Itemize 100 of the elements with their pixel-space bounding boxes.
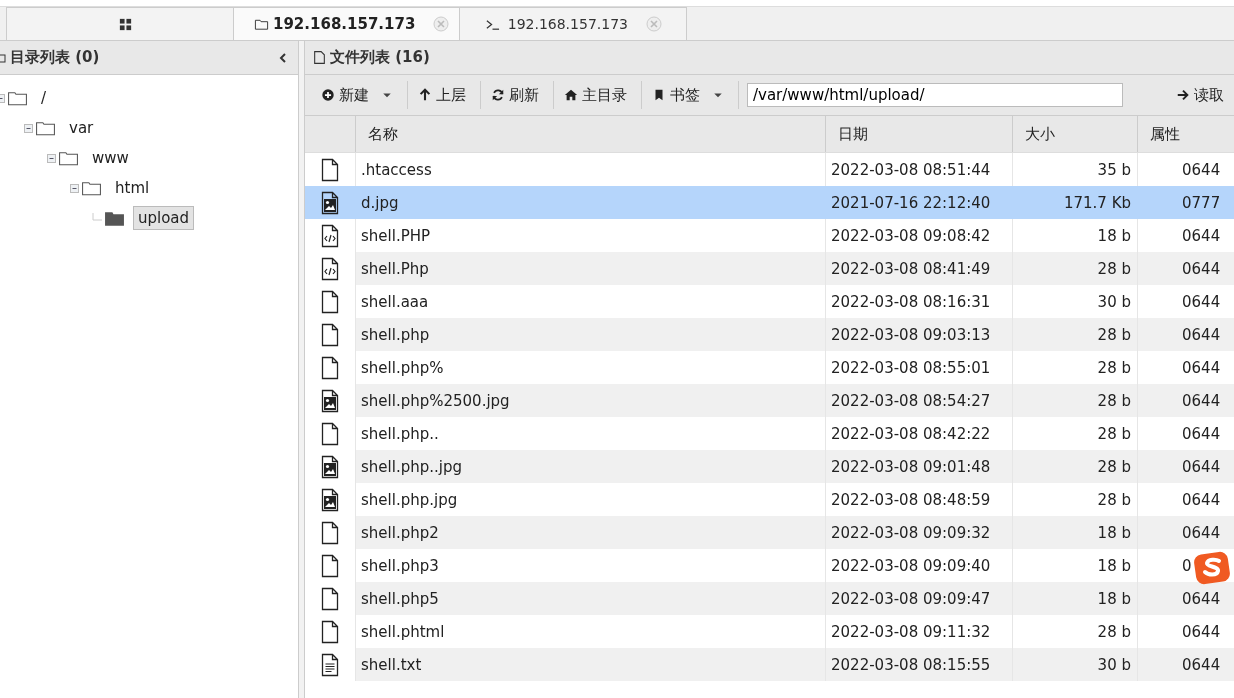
table-cell: 18 b — [1097, 556, 1131, 575]
table-cell: 2022-03-08 08:15:55 — [831, 655, 991, 674]
table-cell: 0644 — [1182, 325, 1221, 344]
table-cell: 0644 — [1182, 259, 1221, 278]
table-cell: 0644 — [1182, 424, 1221, 443]
file-icon — [319, 289, 341, 314]
table-cell: 0644 — [1182, 160, 1221, 179]
tree-item[interactable]: html — [110, 176, 155, 200]
file-icon — [319, 355, 341, 380]
table-cell: 30 b — [1097, 655, 1131, 674]
toolbar-button[interactable]: 新建 — [311, 81, 408, 109]
image-file-icon — [319, 487, 341, 512]
plus-icon — [321, 88, 335, 102]
toolbar-button[interactable]: 主目录 — [554, 81, 642, 109]
table-cell: 2022-03-08 08:54:27 — [831, 391, 991, 410]
collapse-icon[interactable] — [278, 51, 288, 64]
table-cell: shell.phtml — [361, 622, 445, 641]
table-cell: shell.php.jpg — [361, 490, 458, 509]
close-icon[interactable] — [645, 16, 662, 32]
refresh-icon — [491, 88, 505, 102]
code-file-icon — [319, 256, 341, 281]
table-cell: shell.aaa — [361, 292, 429, 311]
table-cell: 28 b — [1097, 457, 1131, 476]
table-cell: 0777 — [1182, 193, 1221, 212]
table-cell: 0644 — [1182, 457, 1221, 476]
column-header[interactable]: 名称 — [355, 116, 825, 152]
table-cell: 28 b — [1097, 391, 1131, 410]
image-file-icon — [319, 190, 341, 215]
table-cell: shell.php5 — [361, 589, 439, 608]
tab[interactable]: 192.168.157.173 — [233, 7, 461, 40]
table-cell: shell.php..jpg — [361, 457, 462, 476]
table-cell: shell.PHP — [361, 226, 431, 245]
table-cell: shell.Php — [361, 259, 429, 278]
file-icon — [319, 157, 341, 182]
read-button[interactable]: 读取 — [1166, 81, 1234, 109]
table-cell: 2022-03-08 09:09:32 — [831, 523, 991, 542]
table-cell: 0644 — [1182, 292, 1221, 311]
table-cell: 2022-03-08 09:08:42 — [831, 226, 991, 245]
file-icon — [319, 322, 341, 347]
table-cell: 2022-03-08 08:48:59 — [831, 490, 991, 509]
folder-icon — [104, 209, 125, 227]
table-cell: 28 b — [1097, 622, 1131, 641]
table-cell: 2021-07-16 22:12:40 — [831, 193, 991, 212]
column-header[interactable]: 大小 — [1012, 116, 1137, 152]
folder-icon — [35, 119, 56, 137]
table-cell: 18 b — [1097, 523, 1131, 542]
file-icon — [319, 586, 341, 611]
table-cell: 0 — [1182, 556, 1192, 575]
tab[interactable]: 192.168.157.173 — [459, 7, 688, 40]
file-icon — [319, 553, 341, 578]
input-method-logo[interactable] — [1192, 551, 1232, 585]
table-cell: 171.7 Kb — [1063, 193, 1131, 212]
table-cell: 0644 — [1182, 523, 1221, 542]
close-icon[interactable] — [433, 16, 450, 32]
table-cell: 2022-03-08 09:11:32 — [831, 622, 991, 641]
file-icon — [313, 50, 326, 65]
path-field[interactable]: /var/www/html/upload/ — [747, 83, 1123, 107]
table-cell: shell.php.. — [361, 424, 439, 443]
table-cell: 2022-03-08 09:01:48 — [831, 457, 991, 476]
table-cell: 0644 — [1182, 490, 1221, 509]
table-cell: 0644 — [1182, 589, 1221, 608]
right-arrow-icon — [1176, 88, 1190, 102]
table-cell: 2022-03-08 09:09:40 — [831, 556, 991, 575]
file-icon — [319, 619, 341, 644]
table-cell: 2022-03-08 09:09:47 — [831, 589, 991, 608]
tree-item[interactable]: / — [36, 86, 52, 110]
folder-icon — [7, 89, 28, 107]
tree-item[interactable]: upload — [133, 206, 195, 230]
table-cell: 0644 — [1182, 622, 1221, 641]
toolbar-button[interactable]: 书签 — [642, 81, 739, 109]
table-cell: 2022-03-08 08:16:31 — [831, 292, 991, 311]
table-cell: 2022-03-08 08:42:22 — [831, 424, 991, 443]
folder-icon — [58, 149, 79, 167]
table-cell: .htaccess — [361, 160, 432, 179]
code-file-icon — [319, 223, 341, 248]
column-header[interactable]: 日期 — [825, 116, 1012, 152]
table-cell: 2022-03-08 08:55:01 — [831, 358, 991, 377]
tree-line — [92, 212, 103, 224]
table-cell: 28 b — [1097, 325, 1131, 344]
toolbar-button[interactable]: 刷新 — [481, 81, 554, 109]
image-file-icon — [319, 454, 341, 479]
panel-title: 文件列表 (16) — [330, 48, 430, 67]
tree-item[interactable]: www — [87, 146, 134, 170]
table-cell: 28 b — [1097, 358, 1131, 377]
panel-title: 目录列表 (0) — [10, 48, 100, 67]
tree-item[interactable]: var — [64, 116, 99, 140]
table-cell: 0644 — [1182, 226, 1221, 245]
column-header[interactable]: 属性 — [1137, 116, 1234, 152]
splitter-handle[interactable] — [299, 41, 305, 698]
table-cell: 0644 — [1182, 358, 1221, 377]
grid-icon — [117, 16, 133, 32]
table-cell: shell.php2 — [361, 523, 439, 542]
table-cell: shell.php% — [361, 358, 444, 377]
file-icon — [319, 520, 341, 545]
table-cell: shell.php3 — [361, 556, 439, 575]
toolbar-button[interactable]: 上层 — [408, 81, 481, 109]
image-file-icon — [319, 388, 341, 413]
table-cell: shell.txt — [361, 655, 422, 674]
table-cell: d.jpg — [361, 193, 399, 212]
file-icon — [319, 421, 341, 446]
